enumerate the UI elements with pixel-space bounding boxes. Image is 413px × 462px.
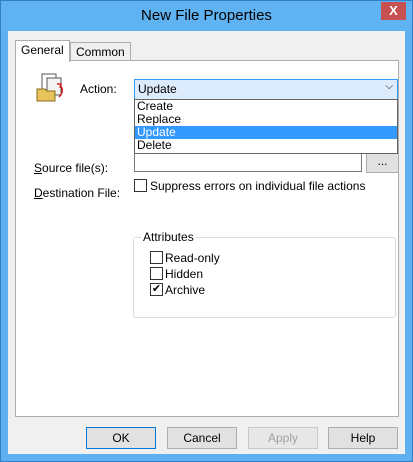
action-selected-value: Update: [138, 82, 177, 96]
readonly-label[interactable]: Read-only: [165, 251, 220, 265]
file-copy-icon: [36, 73, 63, 102]
tab-general[interactable]: General: [15, 40, 70, 62]
readonly-checkbox[interactable]: [150, 251, 163, 264]
dialog-window: New File Properties X General Common Act…: [0, 0, 413, 462]
dialog-client-area: General Common Action: Update ⌵ Create R…: [8, 31, 405, 454]
destination-file-label-text: estination File:: [42, 186, 121, 200]
action-select[interactable]: Update ⌵: [134, 79, 398, 100]
hidden-checkbox[interactable]: [150, 267, 163, 280]
source-files-label-text: ource file(s):: [42, 161, 109, 175]
apply-button[interactable]: Apply: [248, 427, 318, 449]
suppress-errors-label[interactable]: Suppress errors on individual file actio…: [150, 179, 365, 193]
general-tab-panel: Action: Update ⌵ Create Replace Update D…: [15, 60, 399, 417]
dropdown-option-delete[interactable]: Delete: [135, 139, 397, 152]
ok-button[interactable]: OK: [86, 427, 156, 449]
window-title: New File Properties: [141, 7, 272, 24]
close-icon: X: [389, 3, 398, 18]
archive-label[interactable]: Archive: [165, 283, 205, 297]
destination-file-label: Destination File:: [34, 186, 121, 200]
close-button[interactable]: X: [381, 2, 406, 20]
action-label: Action:: [80, 82, 117, 96]
chevron-down-icon[interactable]: ⌵: [385, 81, 393, 92]
help-button[interactable]: Help: [328, 427, 398, 449]
tab-common[interactable]: Common: [70, 42, 131, 61]
dropdown-option-update[interactable]: Update: [135, 126, 397, 139]
checkmark-icon: ✔: [151, 283, 162, 295]
cancel-button[interactable]: Cancel: [167, 427, 237, 449]
archive-checkbox[interactable]: ✔: [150, 283, 163, 296]
suppress-errors-checkbox[interactable]: [134, 179, 147, 192]
destination-file-input[interactable]: [134, 152, 362, 172]
hidden-label[interactable]: Hidden: [165, 267, 203, 281]
source-files-label: Source file(s):: [34, 161, 109, 175]
title-bar[interactable]: New File Properties X: [1, 1, 412, 31]
action-dropdown-list: Create Replace Update Delete: [134, 99, 398, 154]
browse-button[interactable]: ...: [366, 152, 399, 173]
attributes-title: Attributes: [141, 230, 196, 244]
